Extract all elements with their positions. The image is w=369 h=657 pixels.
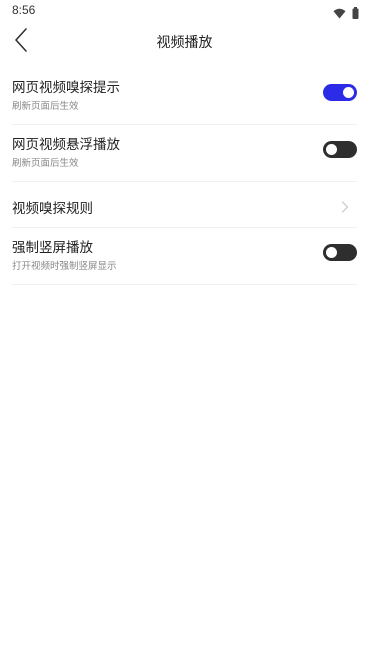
battery-icon — [352, 4, 359, 23]
page-title: 视频播放 — [156, 35, 213, 51]
toggle-knob — [326, 247, 337, 258]
setting-title: 强制竖屏播放 — [12, 240, 93, 256]
floating-playback-toggle[interactable] — [323, 141, 357, 158]
status-time: 8:56 — [12, 3, 36, 17]
toggle-knob — [343, 87, 354, 98]
setting-subtitle: 刷新页面后生效 — [12, 158, 79, 169]
setting-title: 网页视频嗅探提示 — [12, 80, 120, 96]
video-sniff-hint-toggle[interactable] — [323, 84, 357, 101]
setting-floating-playback[interactable]: 网页视频悬浮播放 刷新页面后生效 — [12, 125, 357, 182]
setting-title: 视频嗅探规则 — [12, 201, 93, 217]
setting-title: 网页视频悬浮播放 — [12, 137, 120, 153]
status-bar: 8:56 — [0, 0, 369, 22]
setting-subtitle: 刷新页面后生效 — [12, 101, 79, 112]
force-portrait-toggle[interactable] — [323, 244, 357, 261]
setting-video-sniff-hint[interactable]: 网页视频嗅探提示 刷新页面后生效 — [12, 68, 357, 125]
settings-list: 网页视频嗅探提示 刷新页面后生效 网页视频悬浮播放 刷新页面后生效 视频嗅探规则… — [12, 68, 357, 285]
wifi-icon — [333, 4, 346, 23]
setting-force-portrait[interactable]: 强制竖屏播放 打开视频时强制竖屏显示 — [12, 228, 357, 285]
setting-sniff-rules[interactable]: 视频嗅探规则 — [12, 182, 357, 228]
app-bar: 视频播放 — [0, 22, 369, 62]
setting-subtitle: 打开视频时强制竖屏显示 — [12, 261, 117, 272]
status-icons — [333, 4, 359, 23]
toggle-knob — [326, 144, 337, 155]
chevron-right-icon — [341, 198, 349, 213]
